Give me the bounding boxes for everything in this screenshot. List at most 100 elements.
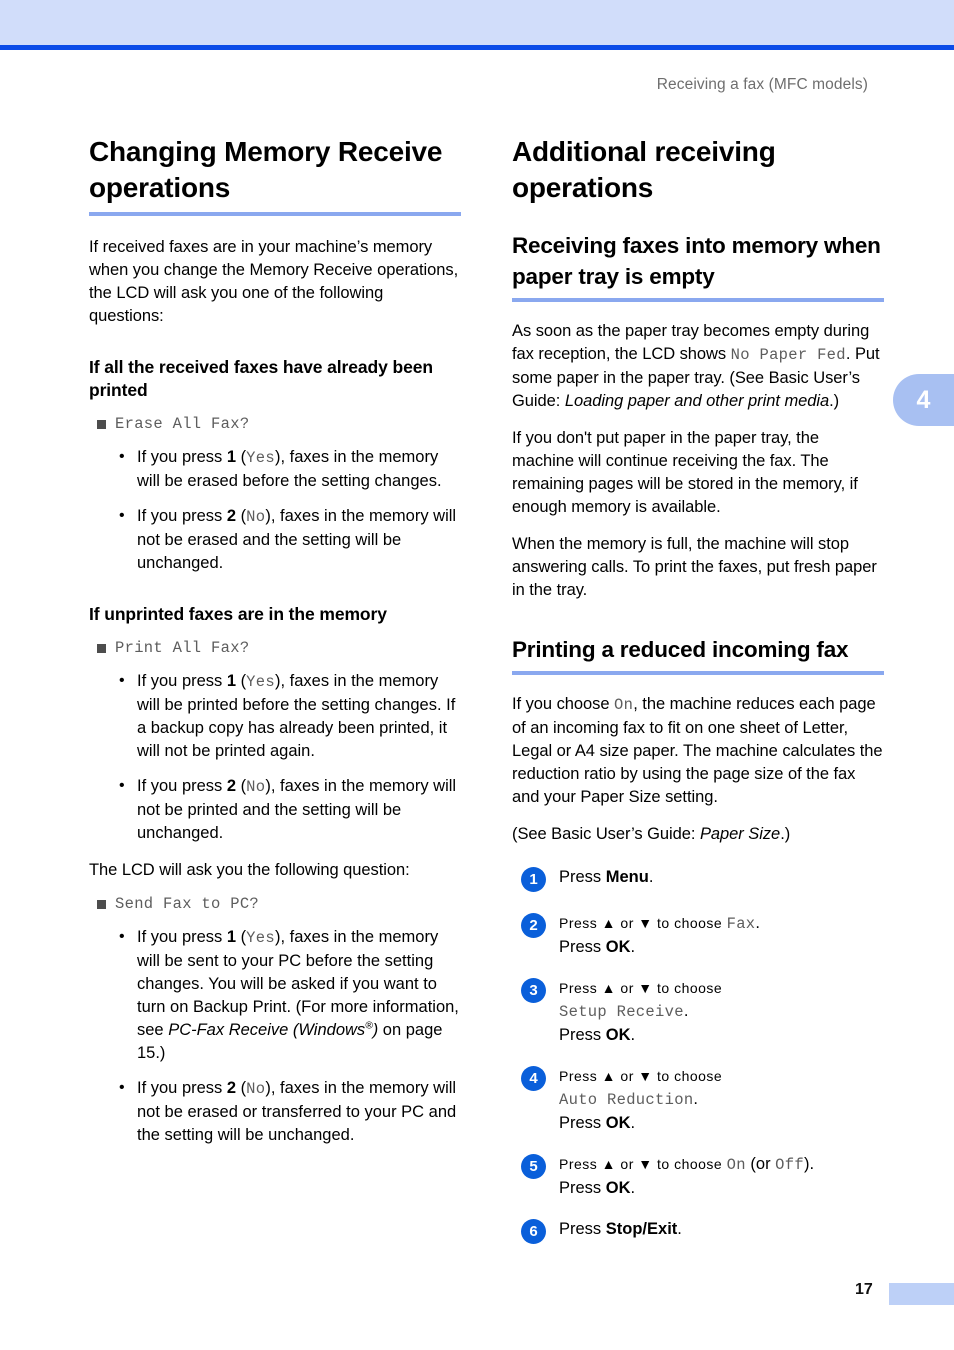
option-lcd: Yes bbox=[246, 673, 275, 691]
footer-accent-bar bbox=[889, 1283, 954, 1305]
lcd-off: Off bbox=[775, 1156, 804, 1174]
step-text-b: . bbox=[677, 1220, 682, 1238]
option-pre: If you press bbox=[137, 672, 227, 690]
lcd-prompt-print-all-fax: Print All Fax? bbox=[89, 636, 461, 660]
step-text-b: . bbox=[693, 1090, 699, 1108]
option-sendpc-yes: If you press 1 (Yes), faxes in the memor… bbox=[89, 925, 461, 1065]
option-paren-open: ( bbox=[236, 672, 247, 690]
option-paren-close: ), bbox=[265, 507, 281, 525]
option-paren-close: ), bbox=[274, 928, 290, 946]
left-section-title: Changing Memory Receive operations bbox=[89, 136, 443, 203]
left-column: Changing Memory Receive operations If re… bbox=[89, 134, 461, 1147]
option-paren-open: ( bbox=[236, 928, 247, 946]
option-key: 1 bbox=[226, 672, 237, 690]
option-pre: If you press bbox=[137, 507, 227, 525]
option-lcd: Yes bbox=[246, 929, 275, 947]
step-text-b: ). bbox=[803, 1155, 815, 1173]
heading-printing-reduced-fax: Printing a reduced incoming fax bbox=[512, 637, 849, 662]
sub1-paragraph-2: If you don't put paper in the paper tray… bbox=[512, 429, 858, 516]
lcd-text: Send Fax to PC? bbox=[115, 895, 260, 913]
right-section-title: Additional receiving operations bbox=[512, 136, 776, 203]
option-lcd: No bbox=[246, 778, 266, 796]
step-text-a: Press ▲ or ▼ to choose bbox=[559, 1068, 723, 1084]
option-paren-close: ), bbox=[274, 448, 290, 466]
registered-mark: ® bbox=[365, 1020, 373, 1032]
option-paren-close: ), bbox=[274, 672, 290, 690]
step-text-b: . bbox=[683, 1002, 689, 1020]
chapter-thumb-tab: 4 bbox=[893, 374, 954, 426]
step-press-a: Press bbox=[559, 1179, 606, 1197]
sub1-paragraph-1: As soon as the paper tray becomes empty … bbox=[512, 320, 884, 413]
header-accent-rule bbox=[0, 45, 954, 50]
option-pre: If you press bbox=[137, 777, 227, 795]
step-6: 6 Press Stop/Exit. bbox=[512, 1218, 884, 1246]
step-press-a: Press bbox=[559, 1026, 606, 1044]
step-number-badge: 4 bbox=[521, 1066, 546, 1091]
option-sendpc-no: If you press 2 (No), faxes in the memory… bbox=[89, 1076, 461, 1147]
option-key: 2 bbox=[226, 1079, 237, 1097]
step-key-ok: OK bbox=[605, 1179, 631, 1197]
step-text-b: . bbox=[648, 868, 654, 886]
option-print-yes: If you press 1 (Yes), faxes in the memor… bbox=[89, 669, 461, 763]
option-paren-close: ), bbox=[265, 1079, 281, 1097]
step-text-mid: (or bbox=[745, 1155, 776, 1173]
lcd-on: On bbox=[614, 696, 634, 714]
p1-part-c: .) bbox=[829, 392, 840, 410]
left-lead-in-paragraph: The LCD will ask you the following quest… bbox=[89, 861, 410, 879]
lcd-prompt-send-fax-to-pc: Send Fax to PC? bbox=[89, 892, 461, 916]
guide-reference-loading-paper: Loading paper and other print media bbox=[564, 392, 830, 410]
option-erase-no: If you press 2 (No), faxes in the memory… bbox=[89, 504, 461, 575]
step-number-badge: 5 bbox=[521, 1154, 546, 1179]
option-pre: If you press bbox=[137, 1079, 227, 1097]
option-key: 2 bbox=[226, 507, 237, 525]
option-lcd: No bbox=[246, 508, 266, 526]
option-paren-open: ( bbox=[236, 507, 247, 525]
step-press-b: . bbox=[630, 1179, 636, 1197]
step-text-a: Press bbox=[559, 868, 606, 886]
lcd-fax: Fax bbox=[726, 915, 756, 933]
lcd-setup-receive: Setup Receive bbox=[559, 1003, 684, 1021]
lcd-text: Erase All Fax? bbox=[115, 415, 250, 433]
step-press-a: Press bbox=[559, 1114, 606, 1132]
step-press-b: . bbox=[630, 1026, 636, 1044]
lcd-prompt-erase-all-fax: Erase All Fax? bbox=[89, 412, 461, 436]
heading-all-printed: If all the received faxes have already b… bbox=[89, 357, 433, 400]
sub2-paragraph-2: (See Basic User’s Guide: Paper Size.) bbox=[512, 823, 884, 846]
p2-part-b: .) bbox=[780, 825, 791, 843]
step-press-b: . bbox=[630, 938, 636, 956]
step-4: 4 Press ▲ or ▼ to choose Auto Reduction.… bbox=[512, 1065, 884, 1135]
option-paren-open: ( bbox=[236, 777, 247, 795]
page-number: 17 bbox=[855, 1281, 873, 1298]
option-key: 1 bbox=[226, 928, 237, 946]
header-accent-band bbox=[0, 0, 954, 45]
sub2-paragraph-1: If you choose On, the machine reduces ea… bbox=[512, 693, 884, 809]
step-press-a: Press bbox=[559, 938, 606, 956]
heading-unprinted-in-memory: If unprinted faxes are in the memory bbox=[89, 604, 387, 624]
left-intro-paragraph: If received faxes are in your machine’s … bbox=[89, 238, 459, 325]
chapter-number: 4 bbox=[916, 386, 931, 414]
step-number-badge: 3 bbox=[521, 978, 546, 1003]
option-key: 2 bbox=[226, 777, 237, 795]
step-key-stop-exit: Stop/Exit bbox=[605, 1220, 678, 1238]
step-key-ok: OK bbox=[605, 938, 631, 956]
step-1: 1 Press Menu. bbox=[512, 866, 884, 894]
right-column: Additional receiving operations Receivin… bbox=[512, 134, 884, 1246]
step-number-badge: 2 bbox=[521, 913, 546, 938]
option-key: 1 bbox=[226, 448, 237, 466]
option-pre: If you press bbox=[137, 928, 227, 946]
guide-reference-paper-size: Paper Size bbox=[699, 825, 781, 843]
p2-part-a: (See Basic User’s Guide: bbox=[512, 825, 700, 843]
lcd-on: On bbox=[726, 1156, 746, 1174]
step-press-b: . bbox=[630, 1114, 636, 1132]
option-erase-yes: If you press 1 (Yes), faxes in the memor… bbox=[89, 445, 461, 493]
step-number-badge: 6 bbox=[521, 1219, 546, 1244]
p1-part-a: If you choose bbox=[512, 695, 615, 713]
step-key-menu: Menu bbox=[605, 868, 649, 886]
option-lcd: Yes bbox=[246, 449, 275, 467]
option-paren-close: ), bbox=[265, 777, 281, 795]
lcd-auto-reduction: Auto Reduction bbox=[559, 1091, 694, 1109]
option-lcd: No bbox=[246, 1080, 266, 1098]
option-pre: If you press bbox=[137, 448, 227, 466]
option-print-no: If you press 2 (No), faxes in the memory… bbox=[89, 774, 461, 845]
step-text-a: Press ▲ or ▼ to choose bbox=[559, 980, 723, 996]
